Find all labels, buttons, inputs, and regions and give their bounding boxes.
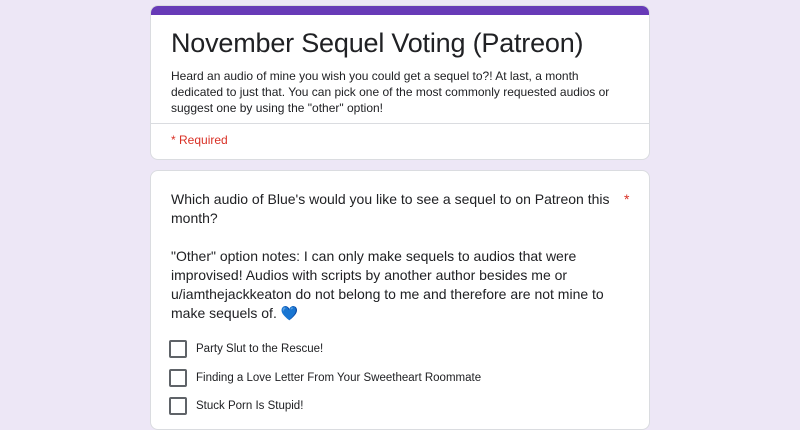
checkbox-icon[interactable] xyxy=(169,340,187,358)
option-stuck-porn[interactable]: Stuck Porn Is Stupid! xyxy=(169,395,303,417)
checkbox-icon[interactable] xyxy=(169,397,187,415)
question-title: Which audio of Blue's would you like to … xyxy=(171,191,610,226)
blue-heart-icon: 💙 xyxy=(280,305,299,321)
form-header-card: November Sequel Voting (Patreon) Heard a… xyxy=(150,5,650,160)
required-note: * Required xyxy=(171,133,228,147)
accent-bar xyxy=(151,6,649,15)
option-label: Party Slut to the Rescue! xyxy=(196,343,324,355)
option-label: Finding a Love Letter From Your Sweethea… xyxy=(196,372,482,384)
form-page: November Sequel Voting (Patreon) Heard a… xyxy=(0,0,800,430)
divider xyxy=(151,123,649,124)
form-title: November Sequel Voting (Patreon) xyxy=(171,28,584,58)
question-text: Which audio of Blue's would you like to … xyxy=(171,190,611,342)
question-note: "Other" option notes: I can only make se… xyxy=(171,248,604,321)
option-love-letter[interactable]: Finding a Love Letter From Your Sweethea… xyxy=(169,367,481,389)
option-party-slut[interactable]: Party Slut to the Rescue! xyxy=(169,338,323,360)
option-label: Stuck Porn Is Stupid! xyxy=(196,400,304,412)
form-description: Heard an audio of mine you wish you coul… xyxy=(171,69,610,115)
question-note-paragraph: "Other" option notes: I can only make se… xyxy=(171,247,611,323)
question-card: Which audio of Blue's would you like to … xyxy=(150,170,650,430)
checkbox-icon[interactable] xyxy=(169,369,187,387)
required-star: * xyxy=(624,191,630,207)
